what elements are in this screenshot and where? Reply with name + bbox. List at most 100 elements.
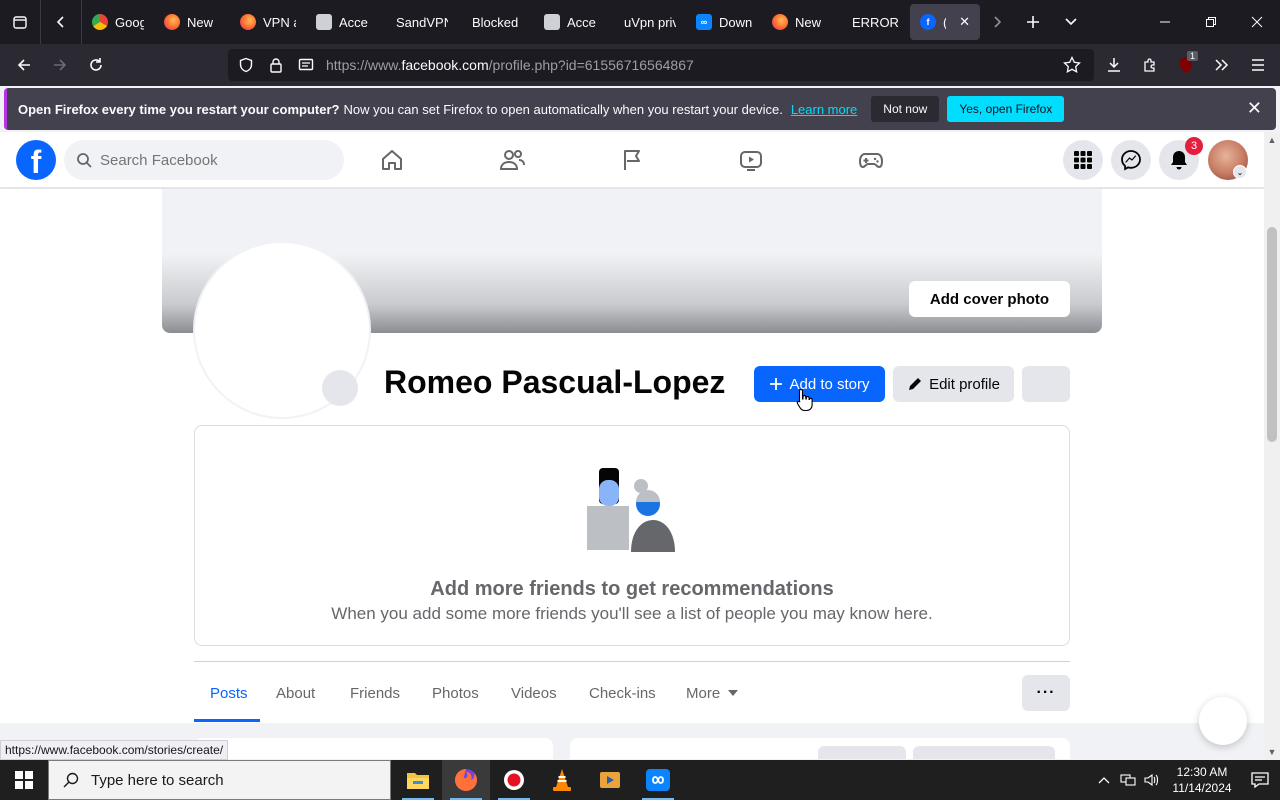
- messenger-button[interactable]: [1111, 140, 1151, 180]
- menu-button[interactable]: [1063, 140, 1103, 180]
- more-options-ellipsis-button[interactable]: ···: [1022, 675, 1070, 711]
- close-tab-icon[interactable]: ✕: [959, 14, 970, 30]
- home-icon: [382, 150, 402, 170]
- tab-friends[interactable]: Friends: [350, 673, 400, 713]
- tab-posts[interactable]: Posts: [210, 673, 248, 713]
- more-tools-button[interactable]: [1204, 44, 1240, 86]
- close-notification-icon[interactable]: ✕: [1247, 98, 1262, 119]
- lock-icon[interactable]: [266, 55, 286, 75]
- infinity-icon: [646, 769, 670, 791]
- search-input[interactable]: [100, 151, 320, 169]
- people-illustration-icon: [587, 468, 675, 552]
- file-explorer-taskbar-button[interactable]: [394, 760, 442, 800]
- start-button[interactable]: [0, 760, 48, 800]
- tab-title: VPN a: [263, 14, 296, 30]
- account-chevron-down-icon[interactable]: ⌄: [1233, 165, 1247, 179]
- profile-options-button[interactable]: [1022, 366, 1070, 402]
- browser-tab[interactable]: Goog: [82, 4, 154, 40]
- url-path: /profile.php?id=61556716564867: [488, 57, 694, 73]
- facebook-icon: f: [920, 14, 936, 30]
- infinity-app-taskbar-button[interactable]: [634, 760, 682, 800]
- add-cover-photo-button[interactable]: Add cover photo: [909, 281, 1070, 317]
- bookmark-star-icon[interactable]: [1062, 55, 1082, 75]
- volume-icon[interactable]: [1140, 760, 1164, 800]
- nav-friends-button[interactable]: [492, 140, 532, 180]
- ublock-extension-button[interactable]: 1: [1168, 44, 1204, 86]
- not-now-button[interactable]: Not now: [871, 96, 940, 122]
- taskbar-search-box[interactable]: Type here to search: [48, 760, 391, 800]
- nav-pages-button[interactable]: [612, 140, 652, 180]
- scroll-tabs-right-button[interactable]: [980, 0, 1014, 44]
- tab-title: Acce: [339, 14, 368, 30]
- browser-tab[interactable]: uVpn priv: [610, 4, 686, 40]
- scroll-up-arrow-icon[interactable]: ▲: [1264, 132, 1280, 148]
- show-hidden-icons-chevron-up-icon[interactable]: [1092, 760, 1116, 800]
- edit-profile-button[interactable]: Edit profile: [893, 366, 1014, 402]
- browser-tab[interactable]: New: [154, 4, 230, 40]
- manage-posts-button[interactable]: [913, 746, 1055, 759]
- nav-home-button[interactable]: [372, 140, 412, 180]
- reload-button[interactable]: [78, 44, 114, 86]
- add-to-story-button[interactable]: Add to story: [754, 366, 885, 402]
- tab-more[interactable]: More: [686, 673, 739, 713]
- scroll-tabs-left-button[interactable]: [41, 0, 81, 44]
- app-menu-button[interactable]: [1240, 44, 1276, 86]
- browser-tab[interactable]: Acce: [306, 4, 382, 40]
- url-text[interactable]: https://www.facebook.com/profile.php?id=…: [326, 57, 694, 73]
- close-window-button[interactable]: [1234, 0, 1280, 44]
- firefox-icon: [164, 14, 180, 30]
- nav-video-button[interactable]: [731, 140, 771, 180]
- learn-more-link[interactable]: Learn more: [791, 102, 857, 117]
- video-icon: [740, 151, 762, 171]
- browser-tab[interactable]: SandVPN: [382, 4, 458, 40]
- browser-tab[interactable]: VPN a: [230, 4, 306, 40]
- new-tab-button[interactable]: [1014, 0, 1052, 44]
- media-player-taskbar-button[interactable]: [586, 760, 634, 800]
- url-bar[interactable]: https://www.facebook.com/profile.php?id=…: [228, 49, 1094, 81]
- browser-tab[interactable]: Acce: [534, 4, 610, 40]
- back-button[interactable]: [6, 44, 42, 86]
- screen-recorder-taskbar-button[interactable]: [490, 760, 538, 800]
- permissions-icon[interactable]: [296, 55, 316, 75]
- tab-about[interactable]: About: [276, 673, 315, 713]
- tab-list-button[interactable]: [0, 0, 40, 44]
- filters-button[interactable]: [818, 746, 906, 759]
- url-host: facebook.com: [401, 57, 489, 73]
- firefox-taskbar-button[interactable]: [442, 760, 490, 800]
- toolbar-right: 1: [1096, 44, 1280, 86]
- close-icon: [1251, 16, 1263, 28]
- browser-tab[interactable]: ∞ Down: [686, 4, 762, 40]
- tab-check-ins[interactable]: Check-ins: [589, 673, 656, 713]
- taskbar-clock[interactable]: 12:30 AM 11/14/2024: [1164, 764, 1240, 796]
- vlc-taskbar-button[interactable]: [538, 760, 586, 800]
- scrollbar-thumb[interactable]: [1267, 227, 1277, 442]
- user-shield-icon: [316, 14, 332, 30]
- action-center-button[interactable]: [1240, 760, 1280, 800]
- browser-tab[interactable]: New: [762, 4, 838, 40]
- yes-open-firefox-button[interactable]: Yes, open Firefox: [947, 96, 1065, 122]
- nav-gaming-button[interactable]: [851, 140, 891, 180]
- gamepad-icon: [858, 153, 884, 169]
- tab-photos[interactable]: Photos: [432, 673, 479, 713]
- clock-date: 11/14/2024: [1172, 781, 1232, 795]
- browser-tab[interactable]: ERROR: T: [838, 4, 910, 40]
- extensions-button[interactable]: [1132, 44, 1168, 86]
- page-scrollbar[interactable]: ▲ ▼: [1264, 132, 1280, 760]
- restore-button[interactable]: [1188, 0, 1234, 44]
- browser-tab[interactable]: Blocked: [458, 4, 534, 40]
- list-all-tabs-button[interactable]: [1052, 0, 1090, 44]
- arrow-right-icon: [54, 59, 67, 71]
- caret-down-icon: [728, 690, 739, 696]
- facebook-logo[interactable]: f: [16, 140, 56, 180]
- new-message-floating-button[interactable]: [1199, 697, 1247, 745]
- update-profile-picture-camera-icon[interactable]: [322, 370, 358, 406]
- forward-button[interactable]: [42, 44, 78, 86]
- browser-tab-active[interactable]: f (3) ✕: [910, 4, 980, 40]
- tracking-protection-shield-icon[interactable]: [236, 55, 256, 75]
- minimize-button[interactable]: [1142, 0, 1188, 44]
- scroll-down-arrow-icon[interactable]: ▼: [1264, 744, 1280, 760]
- downloads-button[interactable]: [1096, 44, 1132, 86]
- network-icon[interactable]: [1116, 760, 1140, 800]
- tab-videos[interactable]: Videos: [511, 673, 557, 713]
- facebook-search-box[interactable]: [64, 140, 344, 180]
